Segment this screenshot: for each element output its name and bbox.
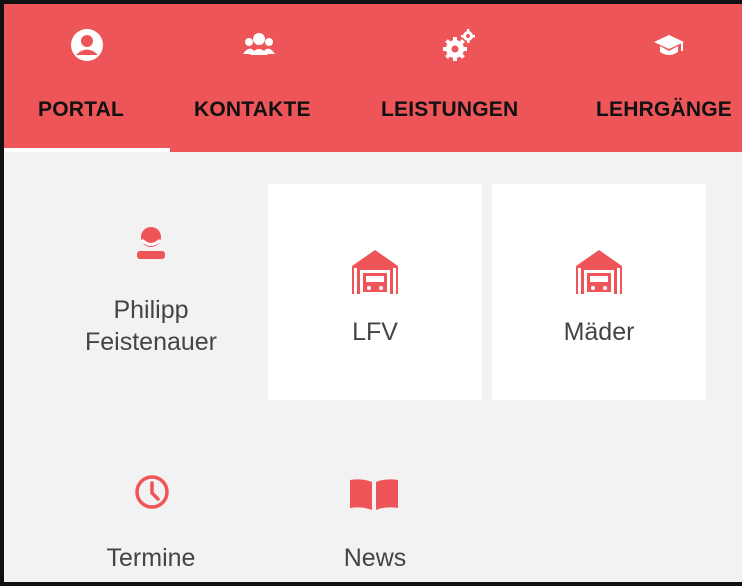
tile-profile[interactable]: Philipp Feistenauer xyxy=(44,184,258,400)
tile-news[interactable]: News xyxy=(268,412,482,582)
tile-label: Termine xyxy=(106,544,196,572)
contacts-group-icon xyxy=(242,28,276,62)
tile-lfv[interactable]: LFV xyxy=(268,184,482,400)
portal-grid: Philipp Feistenauer LFV Mäder Termine Ne… xyxy=(4,152,742,582)
tile-label-last: Feistenauer xyxy=(84,328,218,356)
tile-label: LFV xyxy=(352,318,398,346)
tab-portal[interactable]: PORTAL xyxy=(4,4,170,152)
tab-label: KONTAKTE xyxy=(194,98,311,121)
user-icon xyxy=(133,224,169,260)
tile-label: News xyxy=(343,544,407,572)
book-icon xyxy=(348,478,400,510)
fire-station-icon xyxy=(350,248,400,294)
fire-station-icon xyxy=(574,248,624,294)
tab-label: PORTAL xyxy=(38,98,124,121)
gears-icon xyxy=(442,28,476,62)
tile-termine[interactable]: Termine xyxy=(44,412,258,582)
tab-label: LEISTUNGEN xyxy=(381,98,519,121)
clock-icon xyxy=(134,474,170,510)
tile-label: Mäder xyxy=(563,318,635,346)
app-frame: PORTAL KONTAKTE LEISTUNGEN LEHRGÄNGE Phi… xyxy=(0,0,742,586)
tab-label: LEHRGÄNGE xyxy=(596,98,732,121)
tab-leistungen[interactable]: LEISTUNGEN xyxy=(350,4,564,152)
user-circle-icon xyxy=(70,28,104,62)
tile-label-first: Philipp xyxy=(113,296,189,324)
tab-lehrgaenge[interactable]: LEHRGÄNGE xyxy=(564,4,742,152)
graduation-cap-icon xyxy=(652,28,686,62)
tab-bar: PORTAL KONTAKTE LEISTUNGEN LEHRGÄNGE xyxy=(4,4,742,152)
tab-kontakte[interactable]: KONTAKTE xyxy=(170,4,350,152)
tile-maeder[interactable]: Mäder xyxy=(492,184,706,400)
